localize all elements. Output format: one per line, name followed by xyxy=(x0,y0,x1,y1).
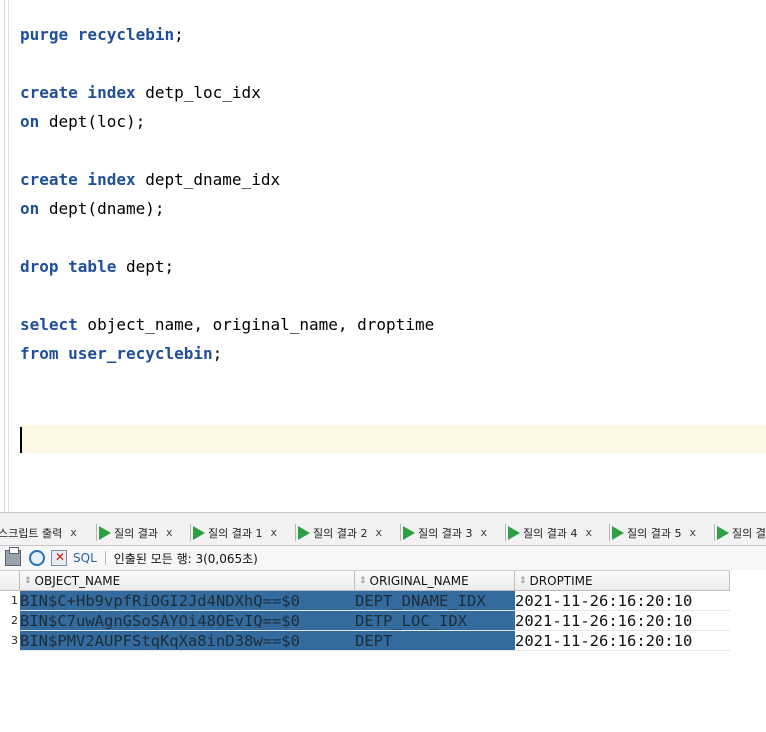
print-icon[interactable] xyxy=(5,547,21,566)
code-line: from user_recyclebin; xyxy=(20,344,223,363)
row-number: 1 xyxy=(11,594,18,607)
table-row[interactable]: 2 BIN$C7uwAgnGSoSAYOi48OEvIQ==$0 DETP_LO… xyxy=(0,611,730,631)
cell-original-name[interactable]: DEPT_DNAME_IDX xyxy=(355,591,515,611)
tab-close-icon[interactable]: x xyxy=(375,526,382,539)
tab-separator xyxy=(505,524,506,541)
green-play-icon xyxy=(193,525,205,540)
column-header-droptime[interactable]: ⇕ DROPTIME xyxy=(515,571,730,591)
grid-header: ⇕ OBJECT_NAME ⇕ ORIGINAL_NAME ⇕ DROPTIME xyxy=(0,570,730,591)
row-number-header xyxy=(0,571,20,591)
tab-close-icon[interactable]: x xyxy=(689,526,696,539)
cell-object-name[interactable]: BIN$C7uwAgnGSoSAYOi48OEvIQ==$0 xyxy=(20,611,355,631)
column-header-original-name[interactable]: ⇕ ORIGINAL_NAME xyxy=(355,571,515,591)
sql-editor[interactable]: purge recyclebin; create index detp_loc_i… xyxy=(0,0,766,512)
tab-close-icon[interactable]: x xyxy=(70,526,77,539)
green-play-icon xyxy=(508,525,520,540)
cell-droptime[interactable]: 2021-11-26:16:20:10 xyxy=(515,611,730,631)
cell-droptime[interactable]: 2021-11-26:16:20:10 xyxy=(515,631,730,651)
tab-close-icon[interactable]: x xyxy=(480,526,487,539)
sort-icon: ⇕ xyxy=(359,576,367,586)
tab-close-icon[interactable]: x xyxy=(270,526,277,539)
code-line: drop table dept; xyxy=(20,257,175,276)
tab-separator xyxy=(400,524,401,541)
tab-label: 질의 결과 xyxy=(114,526,158,540)
row-number: 3 xyxy=(11,634,18,647)
tab-label: 질의 결과 4 xyxy=(523,526,578,540)
table-row[interactable]: 1 BIN$C+Hb9vpfRiOGI2Jd4NDXhQ==$0 DEPT_DN… xyxy=(0,591,730,611)
tab-query-result-5[interactable]: 질의 결과 5 x xyxy=(609,520,696,545)
clear-icon[interactable] xyxy=(51,550,67,566)
tab-close-icon[interactable]: x xyxy=(166,526,173,539)
fetch-status-text: 인출된 모든 행: 3(0,065초) xyxy=(113,551,258,566)
row-number: 2 xyxy=(11,614,18,627)
code-line: on dept(loc); xyxy=(20,112,146,131)
cell-original-name[interactable]: DETP_LOC_IDX xyxy=(355,611,515,631)
editor-margin-line xyxy=(8,0,9,512)
sort-icon: ⇕ xyxy=(519,576,527,586)
tab-separator xyxy=(609,524,610,541)
sort-icon: ⇕ xyxy=(24,576,32,586)
code-area[interactable]: purge recyclebin; create index detp_loc_i… xyxy=(20,20,434,368)
column-header-object-name[interactable]: ⇕ OBJECT_NAME xyxy=(20,571,355,591)
tab-query-result[interactable]: 질의 결과 x xyxy=(96,520,173,545)
panel-splitter[interactable] xyxy=(0,512,766,520)
tab-close-icon[interactable]: x xyxy=(585,526,592,539)
cell-droptime[interactable]: 2021-11-26:16:20:10 xyxy=(515,591,730,611)
tab-separator xyxy=(714,524,715,541)
code-line: on dept(dname); xyxy=(20,199,165,218)
tab-label: 질의 결과 1 xyxy=(208,526,263,540)
code-line: create index dept_dname_idx xyxy=(20,170,281,189)
green-play-icon xyxy=(298,525,310,540)
cell-original-name[interactable]: DEPT xyxy=(355,631,515,651)
tab-label: 질의 결 xyxy=(732,526,766,540)
code-line: create index detp_loc_idx xyxy=(20,83,261,102)
tab-label: 질의 결과 5 xyxy=(627,526,682,540)
toolbar-divider xyxy=(104,551,106,565)
result-tab-bar: 스크립트 출력 x 질의 결과 x 질의 결과 1 x 질의 결과 2 x 질의… xyxy=(0,520,766,546)
tab-separator xyxy=(295,524,296,541)
tab-separator xyxy=(190,524,191,541)
text-caret xyxy=(20,427,22,453)
table-row[interactable]: 3 BIN$PMV2AUPFStqKqXa8inD38w==$0 DEPT 20… xyxy=(0,631,730,651)
green-play-icon xyxy=(612,525,624,540)
tab-label: 질의 결과 3 xyxy=(418,526,473,540)
tab-query-result-2[interactable]: 질의 결과 2 x xyxy=(295,520,382,545)
green-play-icon xyxy=(99,525,111,540)
results-toolbar: SQL 인출된 모든 행: 3(0,065초) xyxy=(0,546,766,570)
cell-object-name[interactable]: BIN$PMV2AUPFStqKqXa8inD38w==$0 xyxy=(20,631,355,651)
tab-separator xyxy=(96,524,97,541)
sql-button[interactable]: SQL xyxy=(73,551,97,565)
code-line: purge recyclebin; xyxy=(20,25,184,44)
tab-label: 질의 결과 2 xyxy=(313,526,368,540)
tab-query-result-4[interactable]: 질의 결과 4 x xyxy=(505,520,592,545)
tab-label: 스크립트 출력 xyxy=(0,526,63,540)
code-line: select object_name, original_name, dropt… xyxy=(20,315,435,334)
tab-query-result-3[interactable]: 질의 결과 3 x xyxy=(400,520,487,545)
refresh-icon[interactable] xyxy=(29,550,45,566)
current-line-highlight xyxy=(20,425,766,453)
cell-object-name[interactable]: BIN$C+Hb9vpfRiOGI2Jd4NDXhQ==$0 xyxy=(20,591,355,611)
green-play-icon xyxy=(403,525,415,540)
tab-query-result-1[interactable]: 질의 결과 1 x xyxy=(190,520,277,545)
green-play-icon xyxy=(717,525,729,540)
editor-gutter-border xyxy=(4,0,5,512)
tab-script-output[interactable]: 스크립트 출력 x xyxy=(0,520,77,545)
tab-query-result-6[interactable]: 질의 결 xyxy=(714,520,766,545)
